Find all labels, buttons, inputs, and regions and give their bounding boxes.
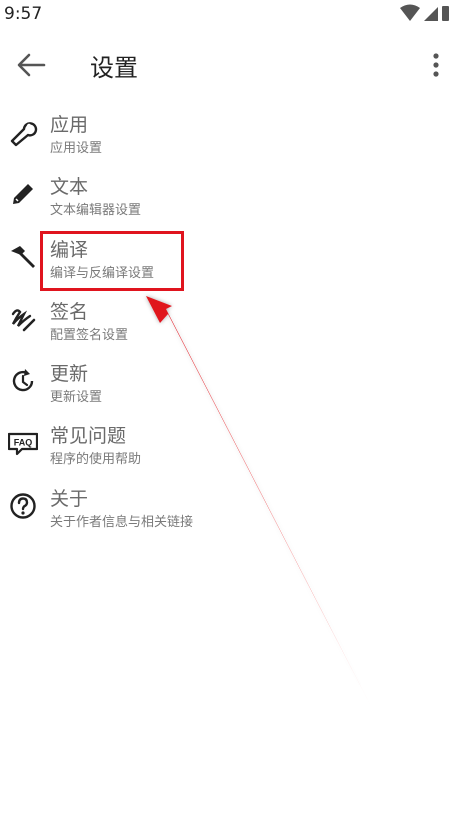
update-icon [12,369,34,392]
settings-item-faq[interactable]: FAQ 常见问题 程序的使用帮助 [0,415,458,477]
settings-item-description: 文本编辑器设置 [50,203,142,219]
status-bar: 9:57 [0,0,458,28]
battery-icon [442,6,449,21]
settings-item-description: 编译与反编译设置 [50,265,155,281]
svg-text:FAQ: FAQ [14,438,33,448]
more-options-icon[interactable] [426,50,446,80]
settings-item-text[interactable]: 文本 文本编辑器设置 [0,166,458,228]
wifi-icon [400,4,420,21]
settings-item-label: 常见问题 [50,425,127,448]
page-title: 设置 [90,54,138,82]
settings-item-description: 关于作者信息与相关链接 [50,514,194,530]
back-arrow-icon[interactable] [14,50,48,80]
settings-item-label: 编译 [50,238,89,261]
settings-item-about[interactable]: 关于 关于作者信息与相关链接 [0,478,458,540]
settings-item-description: 应用设置 [50,141,103,156]
faq-icon: FAQ [8,433,38,456]
settings-item-label: 更新 [50,363,89,386]
settings-item-compile[interactable]: 编译 编译与反编译设置 [0,229,458,291]
settings-item-signature[interactable]: 签名 配置签名设置 [0,291,458,353]
app-bar: 设置 [0,28,458,100]
status-icons [400,4,449,21]
hammer-icon [11,245,35,268]
settings-item-label: 签名 [50,300,89,323]
settings-item-app[interactable]: 应用 应用设置 [0,104,458,166]
status-time: 9:57 [4,4,43,24]
settings-item-label: 文本 [50,176,89,199]
settings-item-label: 关于 [50,487,89,510]
pencil-icon [13,184,33,205]
settings-item-description: 更新设置 [50,390,103,406]
settings-item-label: 应用 [50,114,89,136]
settings-item-description: 程序的使用帮助 [50,452,142,468]
settings-item-update[interactable]: 更新 更新设置 [0,353,458,415]
signal-icon [424,7,438,21]
wrench-icon [10,122,38,147]
settings-list: 应用 应用设置 文本 文本编辑器设置 编译 编译与反编译设置 签名 配置签名设置 [0,104,458,540]
settings-item-description: 配置签名设置 [50,327,129,343]
help-circle-icon [10,493,36,519]
signature-icon [11,309,36,332]
